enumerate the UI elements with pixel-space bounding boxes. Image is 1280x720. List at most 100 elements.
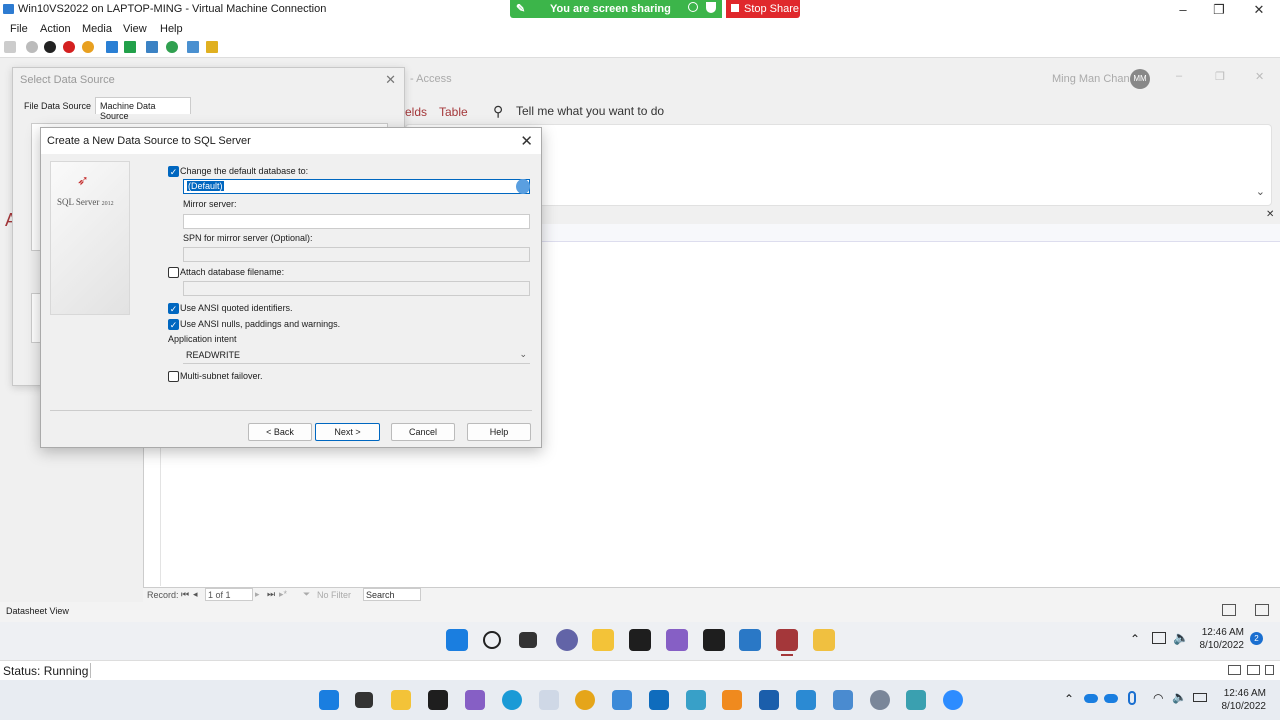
ribbon-tab-table[interactable]: Table xyxy=(439,105,468,119)
next-button[interactable]: Next > xyxy=(315,423,380,441)
snip-icon[interactable] xyxy=(539,690,559,710)
guest-clock[interactable]: 12:46 AM 8/10/2022 xyxy=(1190,626,1245,652)
menu-help[interactable]: Help xyxy=(160,23,183,35)
host-chevron-up-icon[interactable]: ⌃ xyxy=(1064,692,1074,706)
edge-icon[interactable] xyxy=(502,690,522,710)
powershell-icon[interactable] xyxy=(739,629,761,651)
default-database-combo[interactable]: (Default) xyxy=(183,179,530,194)
maximize-button[interactable]: ❐ xyxy=(1211,2,1227,18)
ansi-quoted-checkbox[interactable]: ✓ xyxy=(168,303,179,314)
last-record-button[interactable]: ⏭ xyxy=(267,589,275,600)
search-input[interactable]: Search xyxy=(363,588,421,601)
wifi-icon[interactable]: ◠ xyxy=(1153,691,1163,705)
settings-icon[interactable] xyxy=(870,690,890,710)
prev-record-button[interactable]: ◂ xyxy=(193,589,198,600)
multi-subnet-checkbox[interactable] xyxy=(168,371,179,382)
host-volume-icon[interactable]: 🔈 xyxy=(1172,690,1187,704)
menu-action[interactable]: Action xyxy=(40,23,71,35)
revert-icon[interactable] xyxy=(166,41,178,53)
command-prompt-icon[interactable] xyxy=(703,629,725,651)
mirror-server-input[interactable] xyxy=(183,214,530,229)
onedrive-icon[interactable] xyxy=(1084,694,1098,703)
chrome-icon[interactable] xyxy=(575,690,595,710)
turn-off-icon[interactable] xyxy=(44,41,56,53)
tab-machine-data-source[interactable]: Machine Data Source xyxy=(95,97,191,121)
hyperv-icon[interactable] xyxy=(612,690,632,710)
menu-media[interactable]: Media xyxy=(82,23,112,35)
ansi-nulls-checkbox[interactable]: ✓ xyxy=(168,319,179,330)
start-icon[interactable] xyxy=(26,41,38,53)
enhanced-session-icon[interactable] xyxy=(187,41,199,53)
next-record-button[interactable]: ▸ xyxy=(255,589,260,600)
record-number-input[interactable]: 1 of 1 xyxy=(205,588,253,601)
app-intent-select[interactable]: READWRITE ⌄ xyxy=(183,349,530,364)
first-record-button[interactable]: ⏮ xyxy=(181,589,189,600)
chat-icon[interactable] xyxy=(556,629,578,651)
save-state-icon[interactable] xyxy=(82,41,94,53)
volume-icon[interactable]: 🔈 xyxy=(1173,630,1189,646)
share-icon[interactable] xyxy=(206,41,218,53)
stop-share-button[interactable]: Stop Share xyxy=(726,0,800,18)
minimize-button[interactable]: – xyxy=(1175,2,1191,18)
attach-db-input[interactable] xyxy=(183,281,530,296)
cancel-button[interactable]: Cancel xyxy=(391,423,455,441)
word-icon[interactable] xyxy=(759,690,779,710)
avatar[interactable]: MM xyxy=(1130,69,1150,89)
notification-badge[interactable]: 2 xyxy=(1250,632,1263,645)
checkpoint-icon[interactable] xyxy=(146,41,158,53)
access-close-button[interactable]: ✕ xyxy=(1255,70,1264,83)
sds-close-button[interactable]: ✕ xyxy=(385,72,396,88)
access-minimize-button[interactable]: – xyxy=(1176,70,1182,82)
menu-file[interactable]: File xyxy=(10,23,28,35)
snipping-tool-icon[interactable] xyxy=(813,629,835,651)
battery-icon[interactable] xyxy=(1193,693,1207,702)
attach-db-checkbox[interactable] xyxy=(168,267,179,278)
zoom-icon[interactable] xyxy=(943,690,963,710)
network-icon[interactable] xyxy=(1152,632,1166,644)
close-icon[interactable]: ✕ xyxy=(1266,209,1274,220)
host-terminal-icon[interactable] xyxy=(428,690,448,710)
search-icon[interactable] xyxy=(483,631,501,649)
dialog-close-button[interactable]: ✕ xyxy=(520,132,533,150)
back-button[interactable]: < Back xyxy=(248,423,312,441)
tab-file-data-source[interactable]: File Data Source xyxy=(24,101,91,111)
close-button[interactable]: ✕ xyxy=(1251,2,1267,18)
host-task-view-icon[interactable] xyxy=(355,692,373,708)
design-view-icon[interactable] xyxy=(1255,604,1269,616)
terminal-icon[interactable] xyxy=(629,629,651,651)
menu-view[interactable]: View xyxy=(123,23,147,35)
help-button[interactable]: Help xyxy=(467,423,531,441)
change-db-checkbox[interactable]: ✓ xyxy=(168,166,179,177)
dropdown-button[interactable] xyxy=(516,179,530,194)
tell-me-box[interactable]: Tell me what you want to do xyxy=(516,104,664,118)
task-view-icon[interactable] xyxy=(519,632,537,648)
host-file-explorer-icon[interactable] xyxy=(391,690,411,710)
host-start-icon[interactable] xyxy=(319,690,339,710)
vm-connection-taskbar-icon[interactable] xyxy=(833,690,853,710)
remote-desktop-icon[interactable] xyxy=(796,690,816,710)
azure-icon[interactable] xyxy=(686,690,706,710)
start-windows-icon[interactable] xyxy=(446,629,468,651)
chevron-down-icon[interactable]: ⌄ xyxy=(1256,185,1265,198)
sublime-icon[interactable] xyxy=(722,690,742,710)
resume-icon[interactable] xyxy=(124,41,136,53)
pause-icon[interactable] xyxy=(106,41,118,53)
chevron-up-icon[interactable]: ⌃ xyxy=(1130,632,1140,646)
spn-input[interactable] xyxy=(183,247,530,262)
datasheet-view-icon[interactable] xyxy=(1222,604,1236,616)
microphone-icon[interactable] xyxy=(1128,691,1136,705)
network-tool-icon[interactable] xyxy=(906,690,926,710)
ribbon-tab-fields[interactable]: elds xyxy=(405,105,427,119)
filter-status[interactable]: No Filter xyxy=(317,590,351,600)
onedrive-business-icon[interactable] xyxy=(1104,694,1118,703)
ctrl-alt-del-icon[interactable] xyxy=(4,41,16,53)
host-clock[interactable]: 12:46 AM 8/10/2022 xyxy=(1212,687,1267,713)
new-record-button[interactable]: ▸* xyxy=(279,589,287,600)
shutdown-icon[interactable] xyxy=(63,41,75,53)
file-explorer-icon[interactable] xyxy=(592,629,614,651)
access-app-icon[interactable] xyxy=(776,629,798,651)
pause-share-icon[interactable] xyxy=(688,2,698,12)
host-visual-studio-icon[interactable] xyxy=(465,690,485,710)
outlook-icon[interactable] xyxy=(649,690,669,710)
access-maximize-button[interactable]: ❐ xyxy=(1215,70,1225,83)
